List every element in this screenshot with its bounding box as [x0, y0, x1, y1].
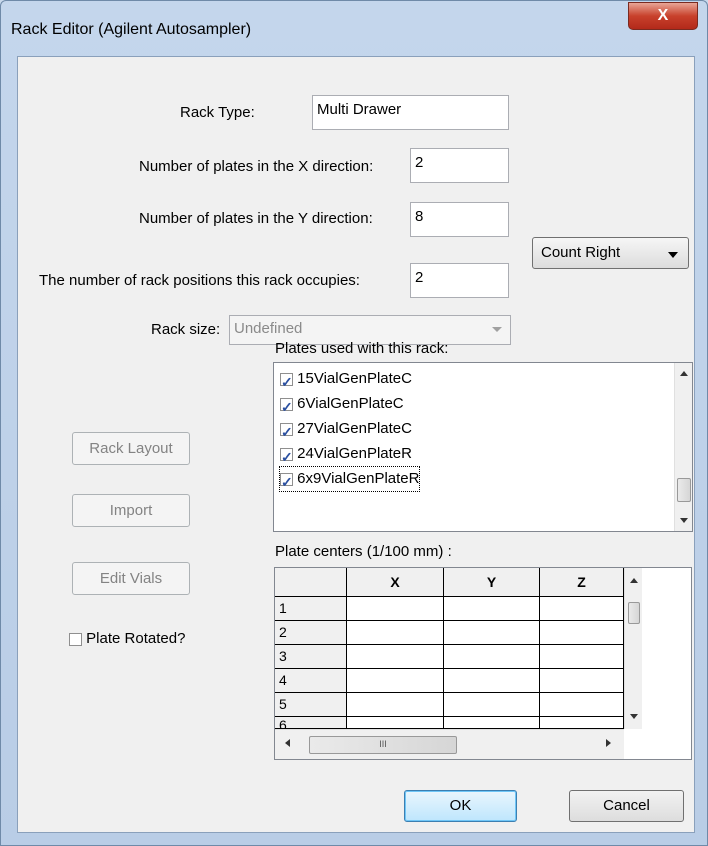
- column-header-x: X: [347, 568, 444, 597]
- x-cell[interactable]: [347, 717, 444, 729]
- plate-centers-label: Plate centers (1/100 mm) :: [275, 543, 452, 560]
- plates-listbox[interactable]: 15VialGenPlateC 6VialGenPlateC 27VialGen…: [273, 362, 693, 532]
- z-cell[interactable]: [540, 645, 624, 669]
- scroll-down-icon[interactable]: [629, 714, 638, 719]
- grid-horizontal-scrollbar[interactable]: III: [275, 729, 624, 759]
- plate-checkbox[interactable]: [280, 470, 293, 494]
- plates-y-label: Number of plates in the Y direction:: [139, 210, 373, 227]
- y-cell[interactable]: [444, 669, 540, 693]
- row-header: 3: [275, 645, 347, 669]
- import-button[interactable]: Import: [72, 494, 190, 527]
- grid-corner-header: [275, 568, 347, 597]
- scroll-up-icon[interactable]: [679, 371, 688, 376]
- x-cell[interactable]: [347, 693, 444, 717]
- x-cell[interactable]: [347, 597, 444, 621]
- ok-button[interactable]: OK: [404, 790, 517, 822]
- plate-centers-grid[interactable]: X Y Z 1 2 3 4 5 6 III: [274, 567, 692, 760]
- row-header: 4: [275, 669, 347, 693]
- row-header: 2: [275, 621, 347, 645]
- z-cell[interactable]: [540, 621, 624, 645]
- scroll-up-icon[interactable]: [629, 578, 638, 583]
- rack-layout-button[interactable]: Rack Layout: [72, 432, 190, 465]
- scrollbar-thumb[interactable]: III: [309, 736, 457, 754]
- dialog-body: Rack Type: Multi Drawer Number of plates…: [17, 56, 695, 833]
- scroll-down-icon[interactable]: [679, 518, 688, 523]
- plate-list-item[interactable]: 15VialGenPlateC: [280, 367, 412, 394]
- rack-positions-input[interactable]: 2: [410, 263, 509, 298]
- scroll-right-icon[interactable]: [606, 739, 611, 747]
- y-cell[interactable]: [444, 621, 540, 645]
- plate-label: 6VialGenPlateC: [297, 395, 404, 412]
- scrollbar-thumb[interactable]: [628, 602, 640, 624]
- rack-type-input[interactable]: Multi Drawer: [312, 95, 509, 130]
- rack-size-value: Undefined: [234, 320, 303, 337]
- cancel-button[interactable]: Cancel: [569, 790, 684, 822]
- plate-list-item[interactable]: 27VialGenPlateC: [280, 417, 412, 444]
- rack-type-label: Rack Type:: [180, 104, 255, 121]
- column-header-y: Y: [444, 568, 540, 597]
- plate-checkbox[interactable]: [280, 445, 293, 469]
- plate-list-item[interactable]: 24VialGenPlateR: [280, 442, 412, 469]
- count-direction-dropdown[interactable]: Count Right: [532, 237, 689, 269]
- rack-size-label: Rack size:: [151, 321, 221, 338]
- close-button[interactable]: X: [628, 2, 698, 30]
- scrollbar-thumb[interactable]: [677, 478, 691, 502]
- row-header: 1: [275, 597, 347, 621]
- plate-checkbox[interactable]: [280, 395, 293, 419]
- edit-vials-button[interactable]: Edit Vials: [72, 562, 190, 595]
- plates-x-input[interactable]: 2: [410, 148, 509, 183]
- plate-rotated-label: Plate Rotated?: [86, 630, 186, 647]
- row-header: 6: [275, 717, 347, 729]
- grid-vertical-scrollbar[interactable]: [624, 568, 642, 729]
- rack-editor-window: Rack Editor (Agilent Autosampler) X Rack…: [0, 0, 708, 846]
- rack-positions-label: The number of rack positions this rack o…: [39, 272, 360, 289]
- plate-label: 27VialGenPlateC: [297, 420, 412, 437]
- plate-rotated-checkbox[interactable]: [69, 632, 82, 646]
- z-cell[interactable]: [540, 597, 624, 621]
- plate-label: 6x9VialGenPlateR: [297, 470, 420, 487]
- row-header: 5: [275, 693, 347, 717]
- plate-checkbox[interactable]: [280, 370, 293, 394]
- plate-checkbox[interactable]: [280, 420, 293, 444]
- count-direction-value: Count Right: [541, 244, 621, 261]
- plate-rotated-option[interactable]: Plate Rotated?: [69, 630, 185, 647]
- chevron-down-icon: [492, 327, 502, 332]
- x-cell[interactable]: [347, 621, 444, 645]
- plates-y-input[interactable]: 8: [410, 202, 509, 237]
- plate-list-item[interactable]: 6x9VialGenPlateR: [278, 466, 421, 494]
- z-cell[interactable]: [540, 669, 624, 693]
- x-cell[interactable]: [347, 669, 444, 693]
- plate-list-item[interactable]: 6VialGenPlateC: [280, 392, 404, 419]
- window-title: Rack Editor (Agilent Autosampler): [11, 21, 252, 38]
- plate-label: 15VialGenPlateC: [297, 370, 412, 387]
- column-header-z: Z: [540, 568, 624, 597]
- plate-label: 24VialGenPlateR: [297, 445, 412, 462]
- chevron-down-icon: [668, 252, 678, 258]
- y-cell[interactable]: [444, 717, 540, 729]
- z-cell[interactable]: [540, 693, 624, 717]
- plates-list-label: Plates used with this rack:: [275, 340, 449, 357]
- y-cell[interactable]: [444, 645, 540, 669]
- z-cell[interactable]: [540, 717, 624, 729]
- scroll-left-icon[interactable]: [285, 739, 290, 747]
- plates-x-label: Number of plates in the X direction:: [139, 158, 374, 175]
- y-cell[interactable]: [444, 693, 540, 717]
- x-cell[interactable]: [347, 645, 444, 669]
- plates-list-scrollbar[interactable]: [674, 363, 692, 531]
- y-cell[interactable]: [444, 597, 540, 621]
